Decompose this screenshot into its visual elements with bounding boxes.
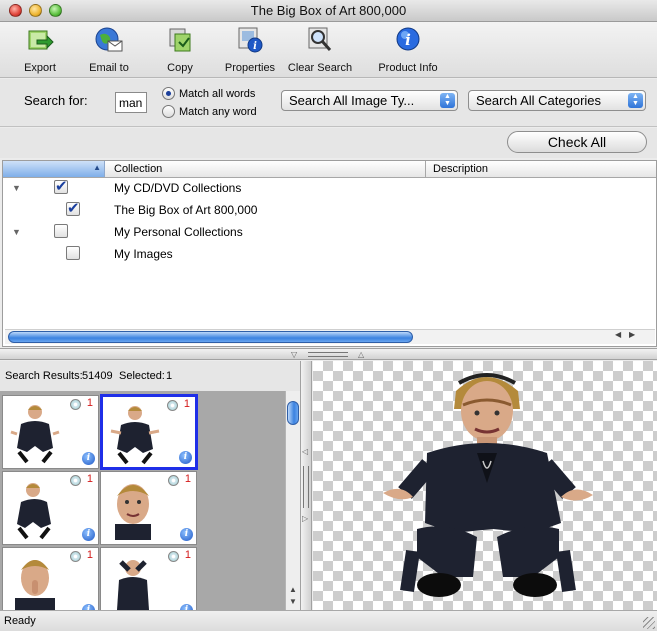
dropdown-arrows-icon: ▲ ▼ [628, 93, 643, 108]
image-type-dropdown[interactable]: Search All Image Ty... ▲ ▼ [281, 90, 458, 111]
window-title: The Big Box of Art 800,000 [250, 3, 407, 18]
toolbar: Export Email to Copy i Properties Clear … [0, 22, 657, 78]
collection-row[interactable]: The Big Box of Art 800,000 [3, 199, 656, 222]
splitter-grip-icon[interactable] [308, 352, 348, 357]
dropdown-arrows-icon: ▲ ▼ [440, 93, 455, 108]
selected-count: 1 [166, 370, 173, 382]
svg-text:i: i [253, 41, 257, 52]
thumbnail-item[interactable]: 1 i [100, 471, 197, 545]
status-bar: Ready [0, 610, 657, 631]
horizontal-splitter[interactable]: ▽ △ [0, 348, 657, 360]
export-icon [24, 25, 56, 55]
info-icon[interactable]: i [179, 451, 192, 464]
status-text: Ready [4, 615, 36, 627]
copy-button[interactable]: Copy [160, 25, 200, 74]
disc-icon [70, 475, 81, 486]
properties-button[interactable]: i Properties [221, 25, 279, 74]
title-bar: The Big Box of Art 800,000 [0, 0, 657, 22]
thumbnail-item-selected[interactable]: 1 i [100, 394, 198, 470]
properties-icon: i [234, 25, 266, 55]
copy-icon [164, 25, 196, 55]
disclosure-triangle-icon[interactable]: ▼ [12, 227, 21, 237]
search-input[interactable] [115, 92, 147, 113]
info-icon[interactable]: i [180, 528, 193, 541]
splitter-grip-icon[interactable] [303, 466, 309, 508]
thumbnail-item[interactable]: 1 i [100, 547, 197, 610]
scroll-left-arrow-icon[interactable]: ◀ [615, 330, 621, 339]
collection-column-header[interactable]: Collection [114, 163, 162, 175]
email-icon [93, 25, 125, 55]
thumbnail-image [10, 405, 60, 464]
collection-checkbox[interactable] [66, 246, 80, 260]
preview-image [383, 373, 593, 597]
radio-indicator [162, 105, 175, 118]
thumbnail-image [117, 560, 149, 610]
scroll-up-arrow-icon[interactable]: ▲ [289, 585, 297, 594]
resize-grip-icon[interactable] [643, 617, 655, 629]
collection-row[interactable]: ▼ My CD/DVD Collections [3, 177, 656, 200]
thumbnail-image [15, 560, 55, 610]
search-bar: Search for: Match all words Match any wo… [0, 79, 657, 127]
category-dropdown[interactable]: Search All Categories ▲ ▼ [468, 90, 646, 111]
results-count: 51409 [82, 370, 113, 382]
disclosure-triangle-icon[interactable]: ▼ [12, 183, 21, 193]
results-header: Search Results: 51409 Selected: 1 [0, 361, 300, 391]
info-icon[interactable]: i [82, 452, 95, 465]
app-window: The Big Box of Art 800,000 Export Email … [0, 0, 657, 631]
horizontal-scrollbar[interactable]: ◀ ▶ [5, 329, 655, 344]
clear-search-icon [304, 25, 336, 55]
disc-icon [167, 400, 178, 411]
match-all-radio[interactable]: Match all words [162, 87, 255, 100]
collapse-left-icon[interactable]: ◁ [302, 447, 308, 456]
thumbnail-item[interactable]: 1 i [2, 547, 99, 610]
search-label: Search for: [24, 93, 88, 108]
vertical-splitter[interactable]: ◁ ▷ [300, 361, 312, 610]
collapse-right-icon[interactable]: ▷ [302, 514, 308, 523]
radio-selected-indicator [162, 87, 175, 100]
thumbnail-item[interactable]: 1 i [2, 395, 99, 469]
scrollbar-thumb[interactable] [287, 401, 299, 425]
column-divider[interactable] [425, 161, 426, 177]
info-icon[interactable]: i [82, 528, 95, 541]
scroll-down-arrow-icon[interactable]: ▼ [289, 597, 297, 606]
collapse-down-icon[interactable]: ▽ [291, 350, 297, 359]
collection-row[interactable]: ▼ My Personal Collections [3, 222, 656, 244]
thumbnail-item[interactable]: 1 i [2, 471, 99, 545]
collection-checkbox[interactable] [54, 224, 68, 238]
disc-icon [168, 475, 179, 486]
check-all-bar: Check All [0, 128, 657, 158]
collection-row[interactable]: My Images [3, 244, 656, 266]
thumbnail-grid: 1 i 1 i 1 i 1 i 1 i 1 i [0, 391, 285, 610]
scrollbar-thumb[interactable] [8, 331, 413, 343]
check-all-button[interactable]: Check All [507, 131, 647, 153]
collection-checkbox[interactable] [66, 199, 80, 217]
scroll-right-arrow-icon[interactable]: ▶ [629, 330, 635, 339]
disc-icon [70, 399, 81, 410]
svg-text:i: i [405, 31, 411, 49]
thumbnail-vertical-scrollbar[interactable]: ▲ ▼ [285, 391, 300, 610]
product-info-icon: i [392, 25, 424, 55]
collection-checkbox[interactable] [54, 177, 68, 195]
product-info-button[interactable]: i Product Info [373, 25, 443, 74]
collection-list: Collection Description ▼ My CD/DVD Colle… [2, 160, 657, 347]
thumbnail-image [110, 406, 160, 465]
clear-search-button[interactable]: Clear Search [285, 25, 355, 74]
export-button[interactable]: Export [20, 25, 60, 74]
disc-icon [168, 551, 179, 562]
collapse-up-icon[interactable]: △ [358, 350, 364, 359]
image-preview [313, 361, 657, 610]
list-header: Collection Description [3, 161, 656, 178]
match-any-radio[interactable]: Match any word [162, 105, 257, 118]
description-column-header[interactable]: Description [433, 163, 488, 175]
sort-column-header[interactable] [3, 161, 105, 177]
disc-icon [70, 551, 81, 562]
thumbnail-image [115, 484, 151, 540]
email-to-button[interactable]: Email to [86, 25, 132, 74]
thumbnail-image [17, 483, 51, 540]
